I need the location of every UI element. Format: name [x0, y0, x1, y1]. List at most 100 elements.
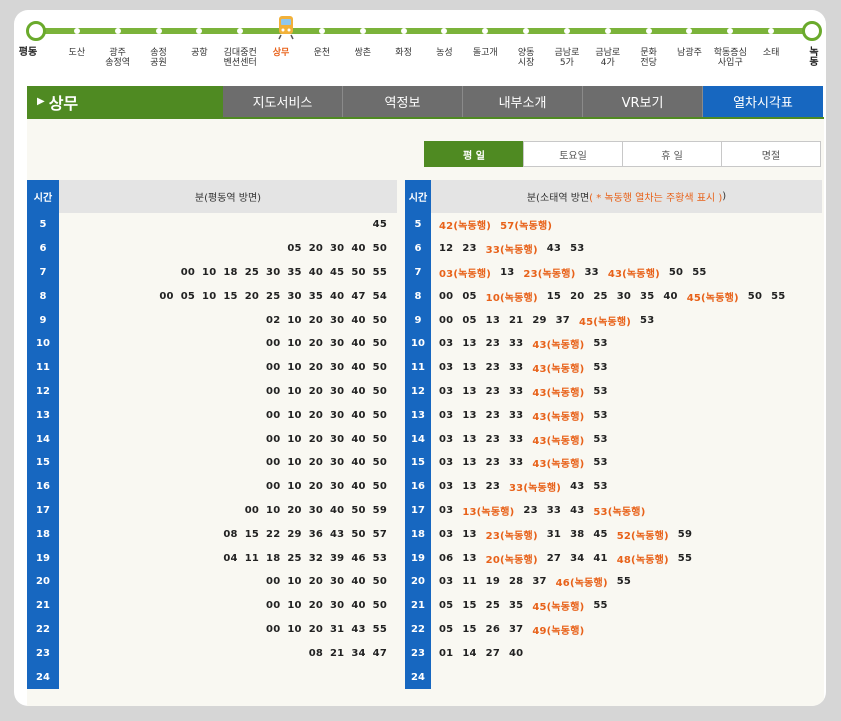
departure-minute: 45 [330, 266, 345, 278]
nokdong-suffix: (녹동행) [607, 506, 646, 518]
departure-minute: 10 [287, 314, 302, 326]
station-dot[interactable] [114, 28, 121, 34]
station-dot[interactable] [604, 28, 611, 34]
day-tab[interactable]: 토요일 [523, 141, 623, 167]
hour-cell: 17 [405, 498, 431, 523]
station-dot[interactable] [563, 28, 570, 34]
station-label[interactable]: 평동 [19, 48, 37, 58]
station-label[interactable]: 농성 [436, 48, 453, 58]
station-label[interactable]: 녹동 [808, 48, 820, 68]
departure-minute: 03 [439, 504, 454, 516]
hour-cell: 23 [405, 641, 431, 666]
station-label[interactable]: 남광주 [677, 48, 702, 58]
hour-cell: 24 [27, 665, 59, 689]
station-label[interactable]: 소태 [763, 48, 780, 58]
departure-minute: 11 [462, 576, 477, 588]
departure-minute: 03 [439, 528, 454, 540]
station-label[interactable]: 쌍촌 [354, 48, 371, 58]
departure-minute: 30 [330, 243, 345, 255]
station-dot[interactable] [482, 28, 489, 34]
station-label[interactable]: 도산 [69, 48, 86, 58]
departure-minute: 02 [266, 314, 281, 326]
nav-tab[interactable]: 역정보 [343, 86, 463, 117]
departure-minute: 10 [287, 409, 302, 421]
departure-minute: 43 [570, 504, 585, 516]
day-tab[interactable]: 휴 일 [622, 141, 722, 167]
departure-minute: 33 [546, 504, 562, 516]
nav-tab[interactable]: 내부소개 [463, 86, 583, 117]
station-label[interactable]: 공항 [191, 48, 208, 58]
departure-minute: 53 [593, 481, 608, 493]
station-label[interactable]: 운천 [314, 48, 331, 58]
minutes-cell: 05 15 26 37 49(녹동행) [431, 618, 822, 642]
minutes-cell: 00 10 20 30 40 50 [59, 403, 397, 427]
hour-cell: 21 [405, 593, 431, 618]
minutes-cell: 03(녹동행) 13 23(녹동행) 33 43(녹동행) 50 55 [431, 261, 822, 285]
hour-cell: 18 [405, 522, 431, 547]
departure-minute: 00 [266, 409, 281, 421]
departure-minute: 55 [593, 600, 608, 612]
departure-minute: 30 [616, 290, 632, 302]
left-direction-header: 분(평동역 방면) [59, 180, 397, 213]
station-label[interactable]: 김대중컨 벤션센터 [224, 48, 257, 68]
table-row: 17 00 10 20 30 40 50 59 [27, 498, 397, 523]
station-label[interactable]: 금남로 4가 [595, 48, 620, 68]
hour-cell: 6 [27, 236, 59, 261]
departure-minute: 04 [223, 552, 238, 564]
station-label[interactable]: 송정 공원 [150, 48, 167, 68]
station-label[interactable]: 돌고개 [473, 48, 498, 58]
day-tab[interactable]: 평 일 [424, 141, 524, 167]
nokdong-departure-minute: 45(녹동행) [578, 316, 632, 328]
station-label[interactable]: 광주 송정역 [105, 48, 130, 68]
station-dot[interactable] [155, 28, 162, 34]
station-label[interactable]: 학동증심 사입구 [714, 48, 747, 68]
nokdong-departure-minute: 33(녹동행) [508, 483, 562, 495]
station-dot[interactable] [318, 28, 325, 34]
day-tab[interactable]: 명절 [721, 141, 821, 167]
station-dot[interactable] [686, 28, 693, 34]
station-dot[interactable] [73, 28, 80, 34]
departure-minute: 20 [308, 338, 324, 350]
departure-minute: 40 [351, 576, 366, 588]
nokdong-suffix: (녹동행) [593, 316, 632, 328]
station-dot[interactable] [768, 28, 775, 34]
hour-cell: 8 [405, 284, 431, 309]
station-dot[interactable] [523, 28, 530, 34]
departure-minute: 05 [462, 314, 477, 326]
departure-minute: 43 [330, 528, 345, 540]
station-label[interactable]: 화정 [395, 48, 412, 58]
table-row: 23 08 21 34 47 [27, 641, 397, 666]
departure-minute: 20 [244, 290, 260, 302]
minutes-cell: 03 13 23 33 43(녹동행) 53 [431, 356, 822, 380]
station-label[interactable]: 금남로 5가 [555, 48, 580, 68]
hour-cell: 13 [405, 403, 431, 428]
station-dot[interactable] [400, 28, 407, 34]
station-dot[interactable] [359, 28, 366, 34]
table-row: 22 00 10 20 31 43 55 [27, 617, 397, 642]
nokdong-suffix: (녹동행) [499, 530, 538, 542]
nav-tab[interactable]: VR보기 [583, 86, 703, 117]
departure-minute: 33 [508, 362, 524, 374]
table-row: 15 00 10 20 30 40 50 [27, 450, 397, 475]
station-dot[interactable] [237, 28, 244, 34]
station-label[interactable]: 문화 전당 [640, 48, 657, 68]
station-dot[interactable] [645, 28, 652, 34]
minutes-cell: 00 10 20 30 40 50 59 [59, 499, 397, 523]
departure-minute: 12 [439, 243, 454, 255]
station-label[interactable]: 양동 시장 [518, 48, 535, 68]
station-label[interactable]: 상무 [273, 48, 290, 58]
nav-tab[interactable]: 지도서비스 [223, 86, 343, 117]
departure-minute: 55 [616, 576, 632, 588]
minutes-cell: 42(녹동행) 57(녹동행) [431, 213, 822, 237]
nav-tab[interactable]: 열차시각표 [703, 86, 823, 117]
departure-minute: 40 [330, 504, 345, 516]
departure-minute: 21 [508, 314, 524, 326]
station-dot[interactable] [441, 28, 448, 34]
station-dot[interactable] [727, 28, 734, 34]
minutes-cell: 00 10 18 25 30 35 40 45 50 55 [59, 261, 397, 285]
departure-minute: 15 [244, 528, 260, 540]
hour-cell: 15 [27, 450, 59, 475]
minutes-cell: 00 10 20 30 40 50 [59, 451, 397, 475]
station-dot[interactable] [196, 28, 203, 34]
departure-minute: 23 [485, 457, 500, 469]
